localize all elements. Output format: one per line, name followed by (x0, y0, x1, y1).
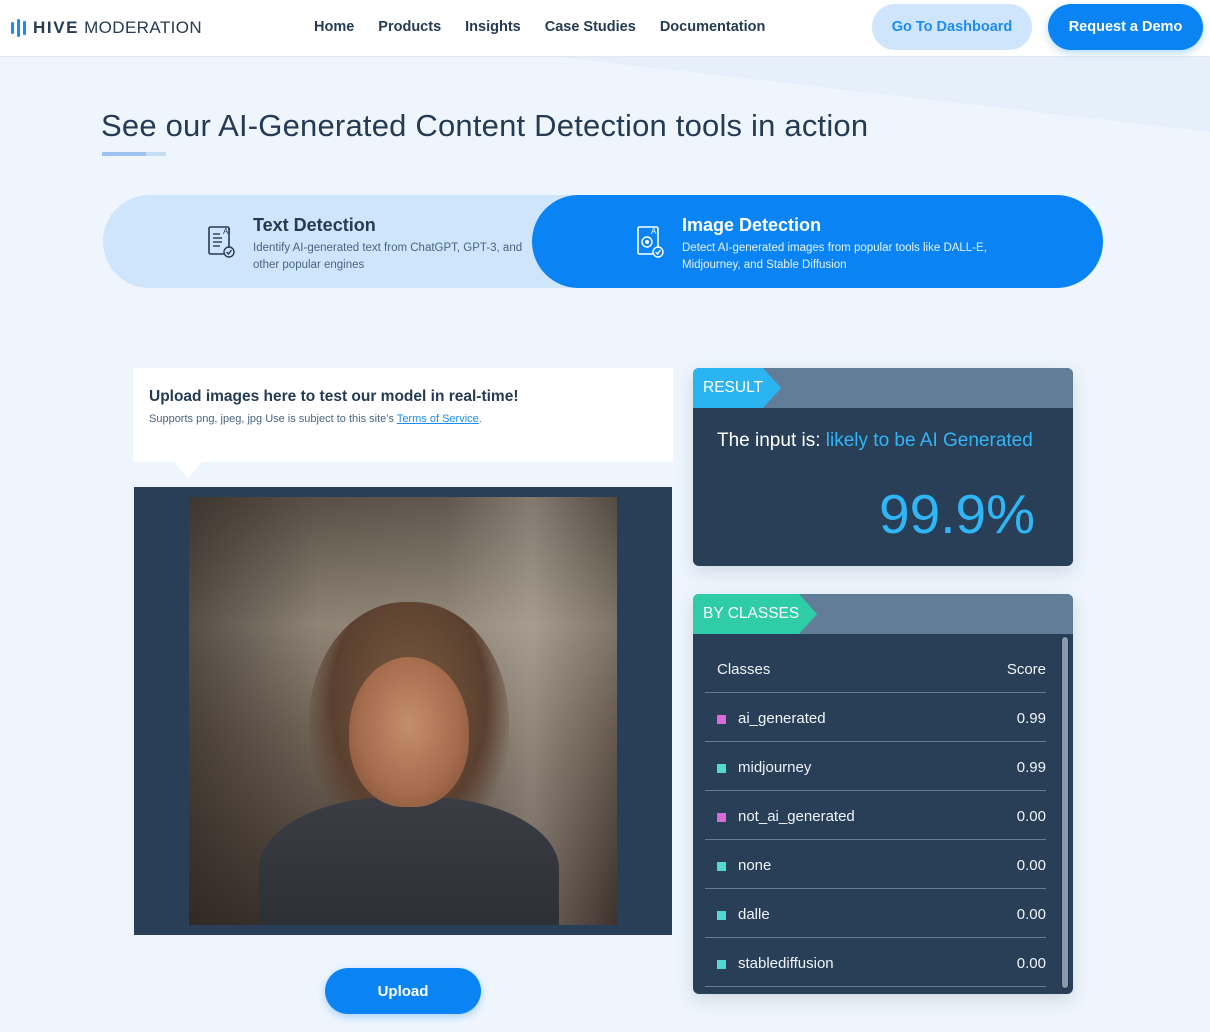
table-row: midjourney 0.99 (705, 742, 1046, 791)
classes-label: BY CLASSES (693, 594, 817, 634)
title-underline (102, 152, 166, 156)
logo-text-light: MODERATION (84, 18, 203, 37)
ai-text-document-icon: AI (208, 226, 235, 258)
terms-of-service-link[interactable]: Terms of Service (397, 413, 479, 425)
scrollbar-thumb[interactable] (1062, 637, 1068, 988)
main-nav: Home Products Insights Case Studies Docu… (314, 19, 765, 35)
class-color-swatch (717, 715, 726, 724)
class-name: not_ai_generated (738, 808, 855, 825)
site-header: HIVE MODERATION Home Products Insights C… (0, 0, 1210, 57)
nav-case-studies[interactable]: Case Studies (545, 19, 636, 35)
request-demo-button[interactable]: Request a Demo (1048, 4, 1203, 50)
nav-home[interactable]: Home (314, 19, 354, 35)
result-prefix: The input is: (717, 430, 826, 451)
class-score: 0.00 (1016, 955, 1046, 972)
class-color-swatch (717, 862, 726, 871)
upload-title: Upload images here to test our model in … (149, 388, 519, 405)
ai-image-document-icon: AI (637, 226, 664, 258)
class-name: midjourney (738, 759, 812, 776)
class-color-swatch (717, 911, 726, 920)
class-color-swatch (717, 764, 726, 773)
detection-tabs: AI Text Detection Identify AI-generated … (103, 195, 1103, 288)
classes-column-header: Classes (717, 661, 771, 678)
photo-body-shape (259, 797, 559, 925)
svg-text:AI: AI (651, 227, 659, 236)
nav-documentation[interactable]: Documentation (660, 19, 766, 35)
class-score: 0.00 (1016, 906, 1046, 923)
upload-subtitle: Supports png, jpeg, jpg Use is subject t… (149, 413, 482, 425)
upload-subtitle-suffix: . (478, 413, 482, 425)
class-name: stablediffusion (738, 955, 834, 972)
result-label: RESULT (693, 368, 781, 408)
upload-subtitle-text: Supports png, jpeg, jpg Use is subject t… (149, 413, 397, 425)
upload-instructions: Upload images here to test our model in … (133, 368, 673, 478)
photo-face-shape (349, 657, 469, 807)
result-percentage: 99.9% (879, 483, 1035, 545)
svg-text:AI: AI (223, 227, 231, 236)
logo-text-bold: HIVE (33, 18, 80, 37)
class-score: 0.99 (1016, 710, 1046, 727)
result-card-header: RESULT (693, 368, 1073, 408)
classes-scrollbar[interactable] (1061, 636, 1069, 989)
class-color-swatch (717, 813, 726, 822)
go-to-dashboard-button[interactable]: Go To Dashboard (872, 4, 1032, 50)
class-name: ai_generated (738, 710, 826, 727)
tab-text-detection-description: Identify AI-generated text from ChatGPT,… (253, 242, 523, 271)
result-card: RESULT The input is: likely to be AI Gen… (693, 368, 1073, 566)
class-color-swatch (717, 960, 726, 969)
uploaded-photo (189, 497, 617, 925)
table-row: ai_generated 0.99 (705, 693, 1046, 742)
tab-image-detection-title: Image Detection (682, 215, 822, 235)
class-score: 0.00 (1016, 808, 1046, 825)
hive-logo[interactable]: HIVE MODERATION (11, 17, 202, 39)
table-row: none 0.00 (705, 840, 1046, 889)
classes-card-header: BY CLASSES (693, 594, 1073, 634)
class-score: 0.00 (1016, 857, 1046, 874)
table-row: dalle 0.00 (705, 889, 1046, 938)
classes-table-header: Classes Score (705, 634, 1046, 693)
tab-text-detection[interactable]: AI Text Detection Identify AI-generated … (203, 195, 533, 288)
classes-card: BY CLASSES Classes Score ai_generated 0.9… (693, 594, 1073, 994)
tab-text-detection-title: Text Detection (253, 215, 376, 235)
page-title: See our AI-Generated Content Detection t… (101, 108, 869, 143)
class-name: dalle (738, 906, 770, 923)
classes-table: Classes Score ai_generated 0.99 midjourney… (705, 634, 1046, 987)
classes-table-body: ai_generated 0.99 midjourney 0.99 not_ai_gen… (705, 693, 1046, 987)
upload-button[interactable]: Upload (325, 968, 481, 1014)
tab-image-detection-description: Detect AI-generated images from popular … (682, 242, 987, 271)
tab-image-detection[interactable]: AI Image Detection Detect AI-generated i… (532, 195, 1103, 288)
table-row: not_ai_generated 0.00 (705, 791, 1046, 840)
class-score: 0.99 (1016, 759, 1046, 776)
nav-insights[interactable]: Insights (465, 19, 521, 35)
result-verdict-line: The input is: likely to be AI Generated (717, 430, 1033, 452)
logo-bars-icon (11, 19, 26, 37)
table-row: stablediffusion 0.00 (705, 938, 1046, 987)
image-preview-panel (134, 487, 672, 935)
result-verdict: likely to be AI Generated (825, 430, 1033, 451)
class-name: none (738, 857, 772, 874)
score-column-header: Score (1006, 661, 1046, 678)
nav-products[interactable]: Products (378, 19, 441, 35)
